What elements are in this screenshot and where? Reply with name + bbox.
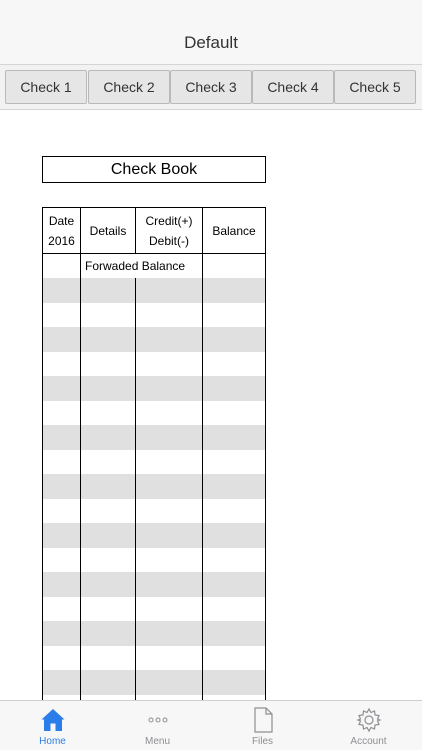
tab-home-label: Home [39,736,66,747]
ledger-row[interactable] [43,523,265,548]
ledger-row[interactable] [43,450,265,475]
home-icon [39,706,67,734]
header-date-label: Date [48,213,75,228]
header-amount: Credit(+) Debit(-) [136,208,202,253]
tab-check-4[interactable]: Check 4 [252,70,334,104]
header-year-label: 2016 [48,233,75,248]
tab-check-5[interactable]: Check 5 [334,70,416,104]
ledger-row[interactable] [43,621,265,646]
header-balance-label: Balance [212,223,256,238]
tab-check-2[interactable]: Check 2 [88,70,170,104]
ledger-title: Check Book [42,156,266,183]
ledger-row[interactable] [43,278,265,303]
tab-account-label: Account [350,736,387,747]
check-tabs: Check 1 Check 2 Check 3 Check 4 Check 5 [0,64,422,110]
tab-files-label: Files [251,736,274,747]
ledger-header: Date 2016 Details Credit(+) Debit(-) Bal… [43,207,265,254]
ledger-row[interactable] [43,303,265,328]
page-title: Default [184,33,238,52]
tab-account[interactable]: Account [316,701,421,750]
ledger-row[interactable] [43,352,265,377]
tab-files[interactable]: Files [210,701,315,750]
header-debit-label: Debit(-) [148,233,189,248]
tab-menu-label: Menu [144,736,170,747]
document-icon [249,706,277,734]
more-icon [144,706,172,734]
header-credit-label: Credit(+) [145,213,193,228]
ledger-row[interactable] [43,474,265,499]
column-divider-amount [202,207,203,700]
tab-check-3[interactable]: Check 3 [170,70,252,104]
header-details: Details [81,208,135,253]
ledger-row[interactable] [43,670,265,695]
forwarded-balance-label: Forwaded Balance [85,259,186,273]
bottom-tab-bar: Home Menu Files Account [0,700,422,750]
navigation-bar: Default [0,0,422,64]
tab-home[interactable]: Home [0,701,105,750]
ledger-row[interactable] [43,327,265,352]
column-divider-details [135,278,136,700]
ledger-row[interactable] [43,425,265,450]
header-details-label: Details [89,223,127,238]
ledger-row[interactable] [43,572,265,597]
column-divider-date [80,207,81,700]
forwarded-balance-row[interactable]: Forwaded Balance [43,254,265,278]
tab-menu[interactable]: Menu [105,701,210,750]
tab-check-1[interactable]: Check 1 [5,70,87,104]
ledger-row[interactable] [43,597,265,622]
ledger-row[interactable] [43,646,265,671]
header-date: Date 2016 [43,208,80,253]
header-balance: Balance [203,208,265,253]
ledger-row[interactable] [43,376,265,401]
ledger-row[interactable] [43,499,265,524]
gear-icon [355,706,383,734]
ledger-row[interactable] [43,401,265,426]
column-divider-details-header [135,207,136,254]
ledger-table: Forwaded Balance Date 2016 Details Credi… [42,207,266,700]
ledger-row[interactable] [43,548,265,573]
